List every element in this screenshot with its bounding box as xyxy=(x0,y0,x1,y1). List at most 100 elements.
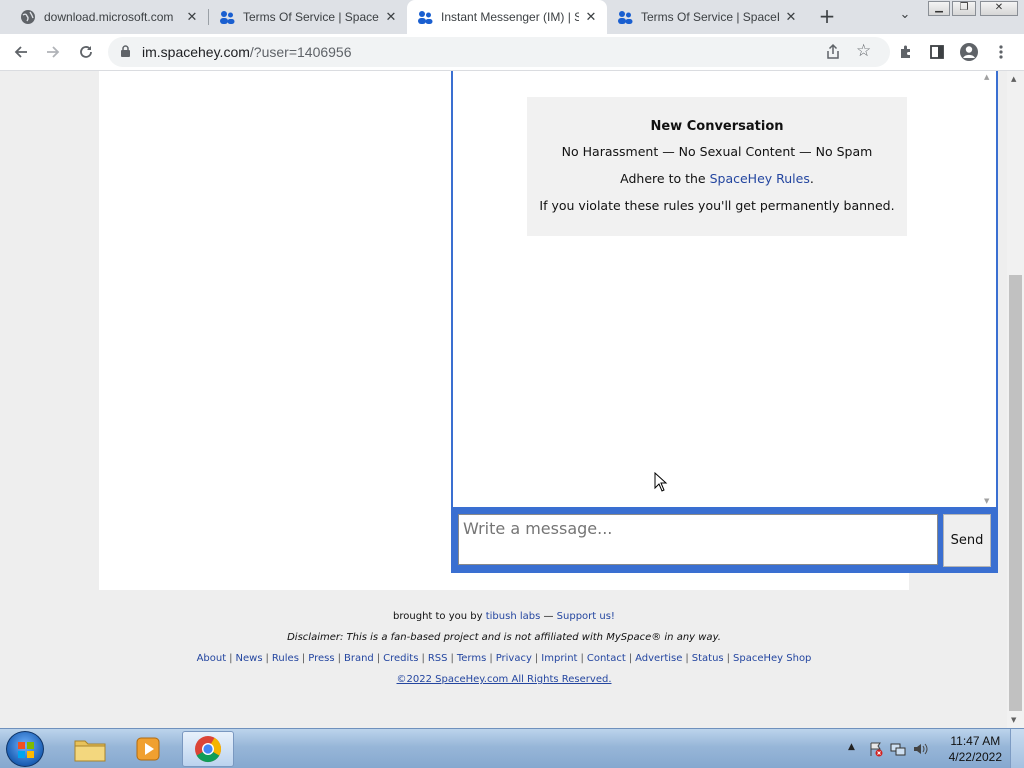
footer-link-terms[interactable]: Terms xyxy=(457,653,486,664)
tibush-labs-link[interactable]: tibush labs xyxy=(486,611,541,622)
tab-instant-messenger[interactable]: Instant Messenger (IM) | SpaceHey ✕ xyxy=(407,0,607,34)
window-scrollbar[interactable]: ▲ ▼ xyxy=(1007,71,1024,728)
footer-link-separator: | xyxy=(628,653,633,664)
support-us-link[interactable]: Support us! xyxy=(557,611,615,622)
reload-icon xyxy=(80,46,92,58)
chat-scrollbar[interactable]: ▲ ▼ xyxy=(980,71,996,507)
footer-link-separator: | xyxy=(450,653,454,664)
copyright-line: ©2022 SpaceHey.com All Rights Reserved. xyxy=(99,674,909,685)
footer-link-advertise[interactable]: Advertise xyxy=(635,653,682,664)
tab-download-microsoft[interactable]: download.microsoft.com ✕ xyxy=(0,0,208,34)
footer-link-credits[interactable]: Credits xyxy=(383,653,418,664)
footer-link-separator: | xyxy=(265,653,269,664)
tab-title: Terms Of Service | SpaceHey xyxy=(243,10,379,24)
footer-links: About | News | Rules | Press | Brand | Credits | RSS… xyxy=(99,653,909,664)
url-path: /?user=1406956 xyxy=(249,44,352,60)
scroll-down-arrow-icon[interactable]: ▼ xyxy=(984,497,989,505)
forward-button[interactable] xyxy=(42,41,64,63)
spacehey-icon xyxy=(418,11,433,24)
footer-link-press[interactable]: Press xyxy=(308,653,334,664)
tab-title: download.microsoft.com xyxy=(44,10,174,24)
copyright-link[interactable]: ©2022 SpaceHey.com All Rights Reserved. xyxy=(397,674,612,685)
windows-taskbar: ▲ 11:47 AM 4/22/2022 xyxy=(0,728,1024,768)
footer-link-separator: | xyxy=(421,653,425,664)
media-player-taskbar-button[interactable] xyxy=(122,731,174,767)
tab-terms-of-service-2[interactable]: Terms Of Service | SpaceHey ✕ xyxy=(607,0,807,34)
profile-avatar-icon[interactable] xyxy=(958,41,980,63)
reload-button[interactable] xyxy=(75,41,97,63)
lock-icon xyxy=(121,45,130,57)
spacehey-rules-link[interactable]: SpaceHey Rules xyxy=(710,171,810,186)
share-icon[interactable] xyxy=(824,43,842,61)
clock-date: 4/22/2022 xyxy=(948,750,1002,764)
system-tray: ▲ 11:47 AM 4/22/2022 xyxy=(834,729,1024,768)
footer-link-spacehey-shop[interactable]: SpaceHey Shop xyxy=(733,653,811,664)
footer-link-rss[interactable]: RSS xyxy=(428,653,448,664)
url-host: im.spacehey.com xyxy=(142,44,250,60)
new-conversation-notice: New Conversation No Harassment — No Sexu… xyxy=(527,97,907,236)
footer-link-about[interactable]: About xyxy=(197,653,227,664)
close-window-button[interactable]: ✕ xyxy=(980,1,1018,16)
compose-bar: Send xyxy=(453,507,996,571)
close-tab-icon[interactable]: ✕ xyxy=(184,9,200,25)
url-text: im.spacehey.com/?user=1406956 xyxy=(142,44,352,60)
tab-search-icon[interactable]: ⌄ xyxy=(896,7,914,25)
footer-link-privacy[interactable]: Privacy xyxy=(496,653,532,664)
bookmark-star-icon[interactable]: ☆ xyxy=(856,41,871,61)
adhere-prefix: Adhere to the xyxy=(620,171,710,186)
footer-link-brand[interactable]: Brand xyxy=(344,653,374,664)
network-icon[interactable] xyxy=(890,741,906,757)
page-content: New Conversation No Harassment — No Sexu… xyxy=(99,71,998,590)
scroll-up-arrow-icon[interactable]: ▲ xyxy=(984,73,989,81)
maximize-button[interactable]: ❐ xyxy=(952,1,976,16)
clock-time: 11:47 AM xyxy=(950,734,1001,748)
page-footer: brought to you by tibush labs — Support … xyxy=(99,611,909,685)
footer-link-separator: | xyxy=(337,653,341,664)
close-tab-icon[interactable]: ✕ xyxy=(583,9,599,25)
globe-icon xyxy=(21,10,35,24)
menu-kebab-icon[interactable] xyxy=(990,41,1012,63)
minimize-button[interactable]: ▁ xyxy=(928,1,950,16)
media-player-icon xyxy=(136,737,160,761)
folder-icon xyxy=(74,740,106,762)
message-input[interactable] xyxy=(458,514,938,565)
new-tab-button[interactable]: + xyxy=(816,5,838,27)
notice-adhere: Adhere to the SpaceHey Rules. xyxy=(527,171,907,186)
scroll-down-arrow-icon[interactable]: ▼ xyxy=(1011,716,1016,724)
disclaimer: Disclaimer: This is a fan-based project … xyxy=(287,632,721,643)
volume-icon[interactable] xyxy=(912,741,928,757)
address-bar[interactable]: im.spacehey.com/?user=1406956 ☆ xyxy=(108,37,890,67)
footer-link-rules[interactable]: Rules xyxy=(272,653,299,664)
footer-link-imprint[interactable]: Imprint xyxy=(541,653,577,664)
spacehey-icon xyxy=(220,11,235,24)
show-hidden-icons-icon[interactable]: ▲ xyxy=(848,742,855,752)
side-panel-icon[interactable] xyxy=(926,41,948,63)
tab-terms-of-service[interactable]: Terms Of Service | SpaceHey ✕ xyxy=(209,0,407,34)
tab-title: Instant Messenger (IM) | SpaceHey xyxy=(441,10,579,24)
windows-logo-icon xyxy=(18,742,34,758)
back-button[interactable] xyxy=(10,41,32,63)
file-explorer-taskbar-button[interactable] xyxy=(64,731,116,767)
show-desktop-button[interactable] xyxy=(1010,729,1024,768)
chrome-taskbar-button[interactable] xyxy=(182,731,234,767)
im-chat-window: New Conversation No Harassment — No Sexu… xyxy=(451,71,998,573)
adhere-suffix: . xyxy=(809,171,814,186)
scrollbar-thumb[interactable] xyxy=(1009,275,1022,711)
tab-title: Terms Of Service | SpaceHey xyxy=(641,10,779,24)
action-center-flag-icon[interactable] xyxy=(868,741,884,757)
send-button[interactable]: Send xyxy=(943,514,991,567)
taskbar-clock[interactable]: 11:47 AM 4/22/2022 xyxy=(949,733,1002,765)
close-tab-icon[interactable]: ✕ xyxy=(783,9,799,25)
footer-link-news[interactable]: News xyxy=(236,653,263,664)
browser-tab-strip: download.microsoft.com ✕ Terms Of Servic… xyxy=(0,0,1024,34)
brought-dash: — xyxy=(540,611,557,622)
mouse-cursor-icon xyxy=(654,472,668,492)
footer-link-status[interactable]: Status xyxy=(692,653,724,664)
footer-link-contact[interactable]: Contact xyxy=(587,653,626,664)
spacehey-icon xyxy=(618,11,633,24)
extensions-icon[interactable] xyxy=(895,41,917,63)
scroll-up-arrow-icon[interactable]: ▲ xyxy=(1011,75,1016,83)
chrome-icon xyxy=(195,736,222,763)
start-button[interactable] xyxy=(6,731,44,767)
close-tab-icon[interactable]: ✕ xyxy=(383,9,399,25)
